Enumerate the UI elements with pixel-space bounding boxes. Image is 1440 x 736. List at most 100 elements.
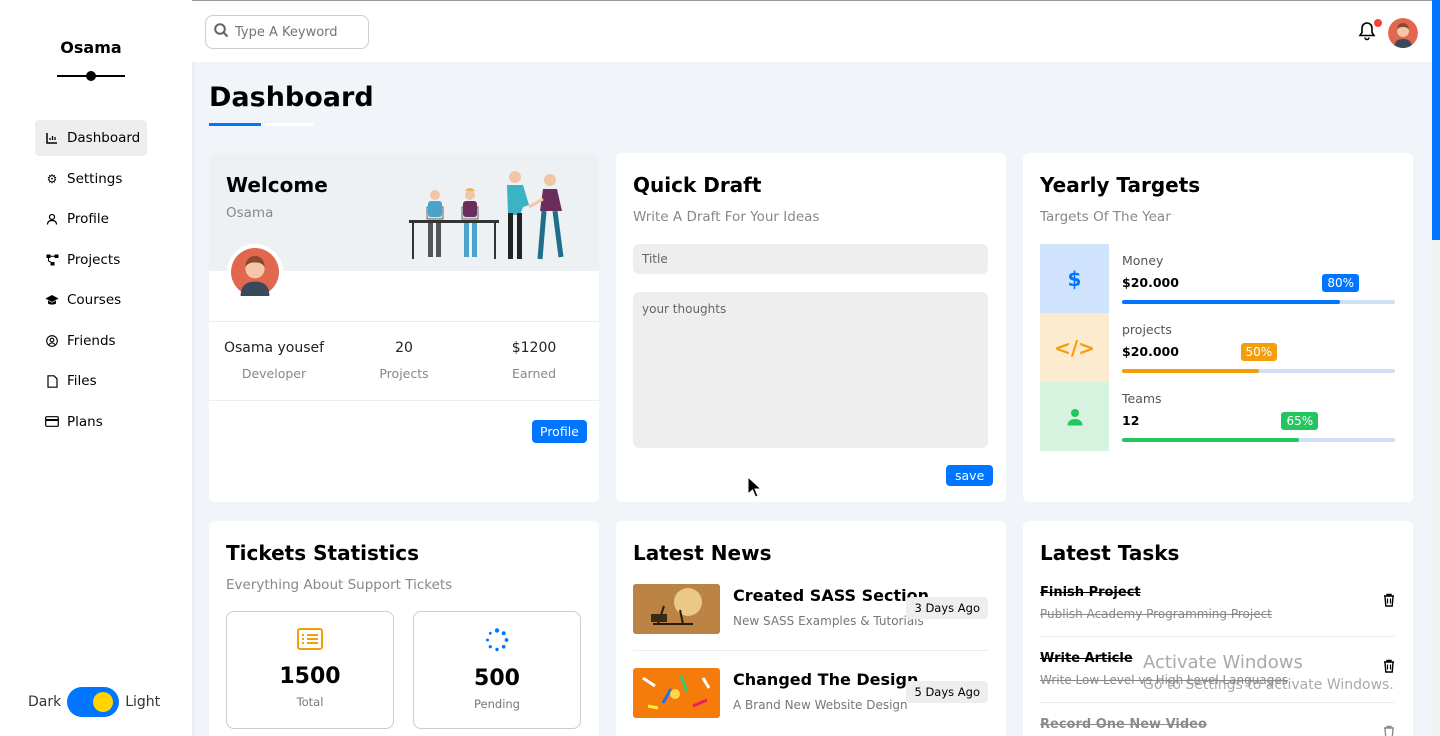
trash-icon[interactable] (1383, 659, 1395, 677)
sidebar-item-dashboard[interactable]: Dashboard (35, 120, 147, 156)
target-label: projects (1122, 322, 1172, 337)
draft-body-textarea[interactable]: your thoughts (633, 292, 988, 448)
welcome-card: Welcome Osama Osama yousef Developer 20 … (209, 153, 599, 502)
draft-title-input[interactable]: Title (633, 244, 988, 274)
sidebar-item-settings[interactable]: ⚙ Settings (35, 161, 147, 197)
save-button[interactable]: save (946, 465, 994, 486)
sidebar-nav: Dashboard ⚙ Settings Profile Projects Co… (35, 120, 147, 444)
user-circle-icon (45, 334, 59, 347)
page-title: Dashboard (209, 82, 374, 113)
title-underline-secondary (265, 123, 313, 126)
tickets-subtitle: Everything About Support Tickets (226, 577, 453, 593)
task-desc: Publish Academy Programming Project (1040, 607, 1272, 621)
notification-dot (1374, 19, 1382, 27)
theme-toggle-group: Dark Light (28, 687, 160, 717)
quick-draft-card: Quick Draft Write A Draft For Your Ideas… (616, 153, 1006, 502)
stat-value: 20 (395, 340, 413, 356)
title-underline (209, 123, 261, 126)
stat-label: Earned (511, 366, 557, 381)
sidebar-item-plans[interactable]: Plans (35, 404, 147, 440)
target-value: $20.000 (1122, 275, 1179, 290)
scrollbar-thumb[interactable] (1432, 0, 1440, 240)
stat-value: Osama yousef (223, 340, 325, 356)
welcome-stats: Osama yousef Developer 20 Projects $1200… (209, 321, 599, 401)
stat-label: Projects (379, 366, 429, 381)
latest-news-card: Latest News Created SASS Section New SAS… (616, 521, 1006, 736)
dark-label: Dark (28, 694, 62, 710)
welcome-name: Osama (226, 205, 274, 221)
search-icon (214, 22, 229, 42)
welcome-title: Welcome (226, 173, 328, 197)
task-item[interactable]: Record One New Video (1040, 703, 1395, 736)
sidebar-item-label: Settings (67, 170, 123, 187)
target-projects: </> projects $20.000 50% (1040, 313, 1395, 382)
user-icon (45, 213, 59, 225)
news-date: 3 Days Ago (906, 597, 988, 619)
news-item[interactable]: Created SASS Section New SASS Examples &… (633, 584, 988, 651)
sidebar-item-projects[interactable]: Projects (35, 242, 147, 278)
progress-badge: 50% (1240, 343, 1278, 361)
bell-icon[interactable] (1358, 21, 1376, 45)
news-desc: New SASS Examples & Tutorials (733, 614, 924, 628)
activation-watermark-title: Activate Windows (1143, 652, 1303, 673)
task-title: Write Article (1040, 651, 1133, 666)
brand-name: Osama (60, 38, 122, 57)
top-header (192, 0, 1432, 62)
news-thumbnail (633, 584, 720, 634)
avatar[interactable] (1388, 18, 1418, 48)
sidebar-item-friends[interactable]: Friends (35, 323, 147, 359)
sidebar-item-profile[interactable]: Profile (35, 201, 147, 237)
sidebar-item-label: Friends (67, 332, 116, 349)
progress-fill (1122, 438, 1300, 442)
search-input[interactable] (235, 24, 361, 40)
sidebar-item-courses[interactable]: Courses (35, 282, 147, 318)
yearly-targets-card: Yearly Targets Targets Of The Year $ Mon… (1023, 153, 1413, 502)
sidebar-item-label: Profile (67, 211, 109, 227)
stat-name: Osama yousef Developer (209, 322, 339, 400)
file-icon (45, 374, 59, 388)
targets-title: Yearly Targets (1040, 173, 1201, 197)
activation-watermark-text: Go to Settings to activate Windows. (1143, 677, 1394, 693)
target-label: Teams (1122, 391, 1162, 406)
ticket-pending: 500 Pending (413, 611, 581, 729)
graduation-cap-icon (45, 294, 59, 306)
news-title: Created SASS Section (733, 586, 929, 605)
progress-badge: 80% (1322, 274, 1360, 292)
theme-toggle[interactable] (67, 687, 120, 717)
mouse-cursor-icon (747, 476, 761, 498)
targets-subtitle: Targets Of The Year (1040, 209, 1171, 225)
spinner-icon (414, 628, 580, 656)
sidebar-item-label: Dashboard (67, 130, 141, 146)
progress-fill (1122, 369, 1259, 373)
target-label: Money (1122, 253, 1164, 268)
sidebar-item-label: Files (67, 373, 97, 389)
sidebar-item-label: Plans (67, 413, 103, 430)
draft-subtitle: Write A Draft For Your Ideas (633, 209, 820, 225)
progress-badge: 65% (1281, 412, 1319, 430)
trash-icon[interactable] (1383, 725, 1395, 736)
latest-tasks-card: Latest Tasks Finish Project Publish Acad… (1023, 521, 1413, 736)
news-thumbnail (633, 668, 720, 718)
ticket-label: Pending (474, 697, 520, 711)
search-box[interactable] (205, 15, 369, 49)
ticket-total: 1500 Total (226, 611, 394, 729)
ticket-value: 1500 (279, 664, 341, 689)
profile-avatar (227, 244, 283, 300)
trash-icon[interactable] (1383, 593, 1395, 611)
profile-button[interactable]: Profile (532, 420, 587, 443)
tickets-card: Tickets Statistics Everything About Supp… (209, 521, 599, 736)
news-item[interactable]: Changed The Design A Brand New Website D… (633, 668, 988, 730)
target-value: 12 (1122, 413, 1140, 428)
sidebar-item-label: Projects (67, 251, 121, 268)
news-desc: A Brand New Website Design (733, 698, 908, 712)
sidebar-item-files[interactable]: Files (35, 363, 147, 399)
ticket-label: Total (296, 695, 324, 709)
tickets-title: Tickets Statistics (226, 541, 420, 565)
progress-track (1122, 369, 1395, 373)
stat-earned: $1200 Earned (469, 322, 599, 400)
credit-card-icon (45, 416, 59, 427)
news-date: 5 Days Ago (906, 681, 988, 703)
light-label: Light (125, 694, 161, 710)
code-icon: </> (1040, 313, 1109, 382)
task-item[interactable]: Finish Project Publish Academy Programmi… (1040, 571, 1395, 637)
